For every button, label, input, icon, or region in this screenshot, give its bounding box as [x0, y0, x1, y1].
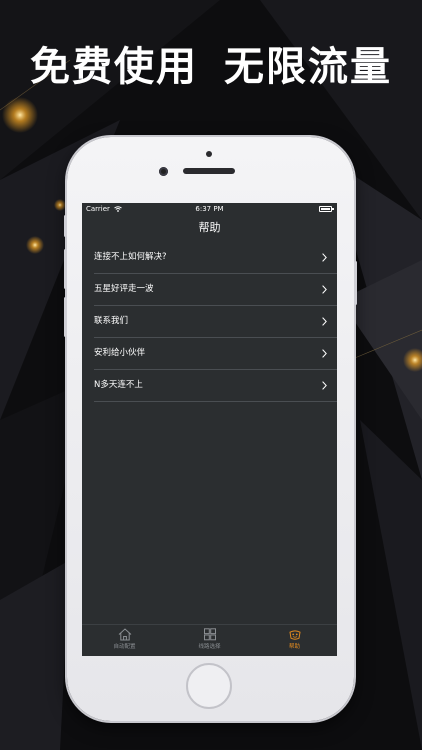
volume-up-button [64, 249, 67, 289]
home-button[interactable] [186, 663, 232, 709]
chevron-right-icon [322, 381, 327, 390]
list-item[interactable]: 五星好评走一波 [94, 274, 337, 306]
headline-right: 无限流量 [224, 44, 392, 90]
status-bar: Carrier 6:37 PM [82, 203, 337, 216]
earpiece-speaker [183, 168, 235, 174]
phone-frame: Carrier 6:37 PM 帮助 连接不上如何解决? 五星好评走一波 联系我… [64, 137, 357, 721]
list-item[interactable]: 安利给小伙伴 [94, 338, 337, 370]
list-item-label: N多天连不上 [94, 380, 143, 390]
nav-title: 帮助 [198, 221, 221, 234]
help-list: 连接不上如何解决? 五星好评走一波 联系我们 安利给小伙伴 N多天连不上 [82, 242, 337, 402]
tab-auto-config[interactable]: 自动配置 [82, 625, 167, 656]
app-screen: Carrier 6:37 PM 帮助 连接不上如何解决? 五星好评走一波 联系我… [82, 203, 337, 656]
list-item-label: 五星好评走一波 [94, 284, 154, 294]
list-item-label: 安利给小伙伴 [94, 348, 146, 358]
battery-icon [319, 206, 334, 212]
list-item[interactable]: 联系我们 [94, 306, 337, 338]
list-item-label: 连接不上如何解决? [94, 252, 167, 262]
status-time: 6:37 PM [195, 205, 224, 213]
tab-label: 自动配置 [113, 644, 136, 650]
tab-label: 线路选择 [198, 644, 221, 650]
list-item-label: 联系我们 [94, 316, 129, 326]
headline-left: 免费使用 [30, 44, 198, 90]
power-button [354, 261, 357, 305]
promo-headline: 免费使用 无限流量 [0, 34, 422, 92]
list-item[interactable]: 连接不上如何解决? [94, 242, 337, 274]
chevron-right-icon [322, 317, 327, 326]
grid-icon [203, 628, 216, 641]
tab-route-select[interactable]: 线路选择 [167, 625, 252, 656]
proximity-sensor [206, 151, 212, 157]
chevron-right-icon [322, 285, 327, 294]
tab-bar: 自动配置 线路选择 帮助 [82, 624, 337, 656]
mute-switch [64, 215, 67, 237]
chevron-right-icon [322, 253, 327, 262]
list-item[interactable]: N多天连不上 [94, 370, 337, 402]
home-icon [118, 628, 131, 641]
help-icon [288, 630, 301, 640]
tab-label: 帮助 [288, 644, 300, 650]
volume-down-button [64, 297, 67, 337]
front-camera [159, 167, 168, 176]
tab-help[interactable]: 帮助 [252, 625, 337, 656]
chevron-right-icon [322, 349, 327, 358]
